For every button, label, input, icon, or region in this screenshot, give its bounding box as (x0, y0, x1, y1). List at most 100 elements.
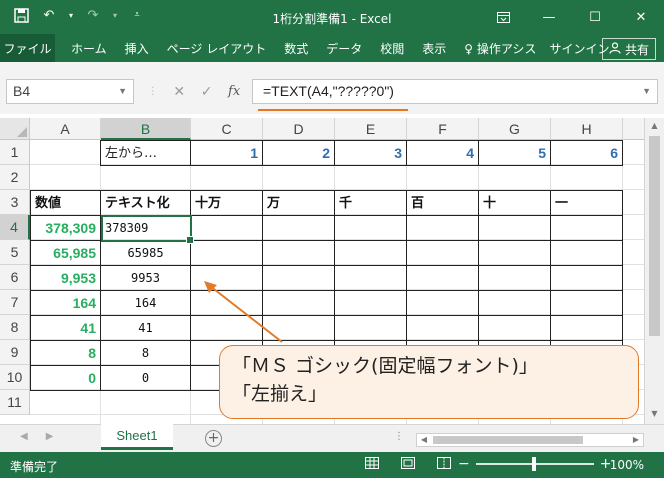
cell-h1[interactable]: 6 (550, 140, 623, 166)
cell-b9[interactable]: 8 (100, 340, 191, 366)
row-header-3[interactable]: 3 (0, 190, 30, 215)
zoom-slider[interactable] (475, 457, 594, 471)
column-header-f[interactable]: F (407, 118, 479, 140)
column-header-h[interactable]: H (551, 118, 623, 140)
tab-home[interactable]: ホーム (62, 40, 116, 57)
scroll-right-icon[interactable]: ▶ (629, 434, 643, 446)
cell-a9[interactable]: 8 (30, 340, 101, 366)
minimize-icon[interactable]: — (526, 0, 572, 34)
cell-a5[interactable]: 65,985 (30, 240, 101, 266)
tab-file[interactable]: ファイル (0, 34, 55, 62)
enter-icon[interactable]: ✓ (201, 84, 213, 100)
horizontal-scrollbar[interactable]: ◀ ▶ (416, 433, 644, 447)
status-bar: 準備完了 − + 100% (0, 452, 664, 478)
cell-a7[interactable]: 164 (30, 290, 101, 316)
scroll-up-icon[interactable]: ▲ (645, 118, 664, 134)
formula-input[interactable]: =TEXT(A4,"?????0") ▼ (252, 79, 658, 104)
row-header-1[interactable]: 1 (0, 140, 30, 165)
tab-formulas[interactable]: 数式 (275, 40, 317, 57)
tab-page-layout[interactable]: ページ レイアウト (158, 40, 276, 57)
zoom-out-icon[interactable]: − (458, 456, 470, 472)
cell-b1[interactable]: 左から… (100, 140, 191, 166)
cell-e1[interactable]: 3 (334, 140, 407, 166)
add-sheet-icon[interactable]: + (205, 430, 222, 447)
tab-split-handle-icon[interactable]: ⋮ (394, 431, 405, 442)
cell-a8[interactable]: 41 (30, 315, 101, 341)
more-icon: ⋮ (147, 86, 158, 97)
row-header-4[interactable]: 4 (0, 215, 30, 240)
cell-e3[interactable]: 千 (334, 190, 407, 216)
row-header-7[interactable]: 7 (0, 290, 30, 315)
sheet-tab-sheet1[interactable]: Sheet1 (101, 424, 173, 450)
column-header-e[interactable]: E (335, 118, 407, 140)
zoom-level[interactable]: 100% (610, 458, 644, 472)
cell-g1[interactable]: 5 (478, 140, 551, 166)
zoom-control: − + (458, 456, 611, 472)
ribbon-tab-list: ホーム 挿入 ページ レイアウト 数式 データ 校閲 表示 ♀ 操作アシス サイ… (62, 34, 618, 62)
cell-b5[interactable]: 65985 (100, 240, 191, 266)
sheet-next-icon[interactable]: ▶ (46, 431, 54, 442)
cell-h3[interactable]: 一 (550, 190, 623, 216)
insert-function-icon[interactable]: fx (228, 84, 240, 99)
tab-view[interactable]: 表示 (413, 40, 455, 57)
row-header-8[interactable]: 8 (0, 315, 30, 340)
cell-f1[interactable]: 4 (406, 140, 479, 166)
tab-data[interactable]: データ (317, 40, 371, 57)
cell-g3[interactable]: 十 (478, 190, 551, 216)
scroll-left-icon[interactable]: ◀ (417, 434, 431, 446)
chevron-down-icon[interactable]: ▼ (118, 80, 127, 103)
tab-insert[interactable]: 挿入 (116, 40, 158, 57)
zoom-slider-knob[interactable] (531, 457, 536, 471)
cancel-icon[interactable]: ✕ (173, 84, 185, 100)
row-header-11[interactable]: 11 (0, 390, 30, 415)
cell-a6[interactable]: 9,953 (30, 265, 101, 291)
cell-b6[interactable]: 9953 (100, 265, 191, 291)
cell-c1[interactable]: 1 (190, 140, 263, 166)
formula-text: =TEXT(A4,"?????0") (263, 83, 394, 99)
column-header-b[interactable]: B (101, 118, 191, 140)
select-all-corner[interactable] (0, 118, 30, 140)
close-icon[interactable]: ✕ (618, 0, 664, 34)
maximize-icon[interactable]: ☐ (572, 0, 618, 34)
cell-c3[interactable]: 十万 (190, 190, 263, 216)
cell-a10[interactable]: 0 (30, 365, 101, 391)
column-header-a[interactable]: A (30, 118, 101, 140)
cell-d3[interactable]: 万 (262, 190, 335, 216)
formula-buttons: ⋮ ✕ ✓ fx (140, 79, 248, 104)
page-break-view-icon[interactable] (436, 457, 452, 471)
row-header-2[interactable]: 2 (0, 165, 30, 190)
scroll-thumb[interactable] (649, 136, 660, 336)
active-cell-selection[interactable] (101, 215, 194, 244)
cell-d1[interactable]: 2 (262, 140, 335, 166)
column-header-g[interactable]: G (479, 118, 551, 140)
row-header-5[interactable]: 5 (0, 240, 30, 265)
normal-view-icon[interactable] (364, 457, 380, 471)
cell-f3[interactable]: 百 (406, 190, 479, 216)
row-header-10[interactable]: 10 (0, 365, 30, 390)
share-button[interactable]: 共有 (601, 38, 656, 60)
formula-bar-area: B4 ▼ ⋮ ✕ ✓ fx =TEXT(A4,"?????0") ▼ (0, 62, 664, 114)
tell-me-box[interactable]: ♀ 操作アシス (455, 40, 540, 57)
cell-b3[interactable]: テキスト化 (100, 190, 191, 216)
view-buttons (364, 457, 452, 471)
cell-b7[interactable]: 164 (100, 290, 191, 316)
vertical-scrollbar[interactable]: ▲ ▼ (644, 118, 664, 424)
callout-arrow (204, 281, 283, 343)
column-header-c[interactable]: C (191, 118, 263, 140)
tab-review[interactable]: 校閲 (371, 40, 413, 57)
horizontal-scroll-thumb[interactable] (433, 436, 583, 444)
page-layout-view-icon[interactable] (400, 457, 416, 471)
expand-formula-icon[interactable]: ▼ (642, 80, 651, 103)
ribbon-display-icon[interactable] (480, 0, 526, 34)
sheet-prev-icon[interactable]: ◀ (20, 431, 28, 442)
column-header-d[interactable]: D (263, 118, 335, 140)
row-header-9[interactable]: 9 (0, 340, 30, 365)
cell-b8[interactable]: 41 (100, 315, 191, 341)
scroll-down-icon[interactable]: ▼ (645, 406, 664, 422)
cell-b10[interactable]: 0 (100, 365, 191, 391)
column-header-i[interactable] (623, 118, 644, 140)
name-box[interactable]: B4 ▼ (6, 79, 134, 104)
row-header-6[interactable]: 6 (0, 265, 30, 290)
cell-a4[interactable]: 378,309 (30, 215, 101, 241)
cell-a3[interactable]: 数値 (30, 190, 101, 216)
